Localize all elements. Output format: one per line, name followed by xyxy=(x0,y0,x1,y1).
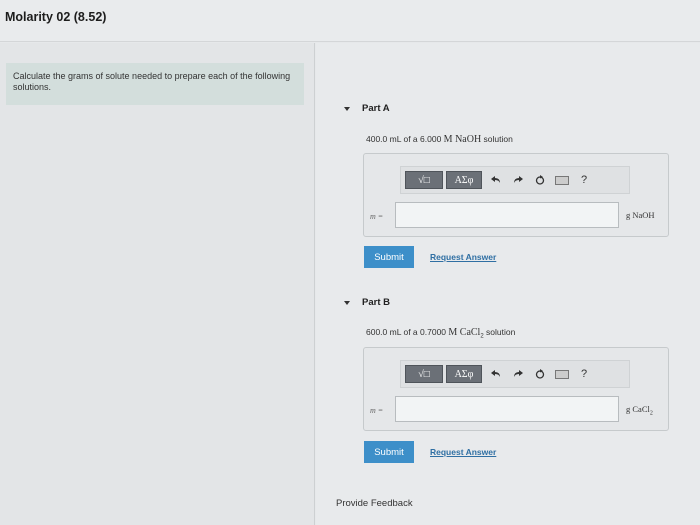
question-suffix: solution xyxy=(483,327,516,337)
variable-label: m = xyxy=(370,406,384,415)
unit-label: g NaOH xyxy=(626,210,655,220)
part-a-question: 400.0 mL of a 6.000 M NaOH solution xyxy=(366,134,513,145)
unit-text: g CaCl xyxy=(626,404,650,414)
question-formula: M NaOH xyxy=(443,134,482,145)
question-text: 600.0 mL of a 0.7000 xyxy=(366,327,449,337)
part-a-request-answer-link[interactable]: Request Answer xyxy=(430,252,496,262)
question-text: 400.0 mL of a 6.000 xyxy=(366,134,444,144)
part-a-submit-button[interactable]: Submit xyxy=(364,246,414,268)
provide-feedback-link[interactable]: Provide Feedback xyxy=(336,498,413,509)
page-title: Molarity 02 (8.52) xyxy=(5,10,107,24)
keyboard-icon[interactable] xyxy=(555,369,569,379)
math-toolbar: √□ ΑΣφ ? xyxy=(400,166,630,194)
keyboard-icon[interactable] xyxy=(555,175,569,185)
title-bar: Molarity 02 (8.52) xyxy=(0,0,700,42)
part-b-answer-input[interactable] xyxy=(395,396,619,422)
redo-icon[interactable] xyxy=(507,171,529,189)
variable-label: m = xyxy=(370,212,384,221)
instructions-text: Calculate the grams of solute needed to … xyxy=(6,63,304,105)
part-b-heading: Part B xyxy=(362,297,390,308)
part-a-heading: Part A xyxy=(362,103,390,114)
unit-label: g CaCl2 xyxy=(626,404,653,417)
question-formula: M CaCl xyxy=(448,327,481,338)
part-b-header[interactable]: Part B xyxy=(344,297,390,308)
template-button[interactable]: √□ xyxy=(405,365,443,383)
part-b-answer-box: √□ ΑΣφ ? m = g CaCl2 xyxy=(363,347,669,431)
part-a-answer-box: √□ ΑΣφ ? m = g NaOH xyxy=(363,153,669,237)
greek-symbols-button[interactable]: ΑΣφ xyxy=(446,365,482,383)
math-toolbar: √□ ΑΣφ ? xyxy=(400,360,630,388)
part-b-request-answer-link[interactable]: Request Answer xyxy=(430,447,496,457)
redo-icon[interactable] xyxy=(507,365,529,383)
part-b-question: 600.0 mL of a 0.7000 M CaCl2 solution xyxy=(366,327,515,340)
question-suffix: solution xyxy=(481,134,513,144)
instructions-panel: Calculate the grams of solute needed to … xyxy=(0,43,315,525)
undo-icon[interactable] xyxy=(485,171,507,189)
reset-icon[interactable] xyxy=(529,171,551,189)
greek-symbols-button[interactable]: ΑΣφ xyxy=(446,171,482,189)
undo-icon[interactable] xyxy=(485,365,507,383)
help-icon[interactable]: ? xyxy=(573,171,595,189)
help-icon[interactable]: ? xyxy=(573,365,595,383)
part-a-header[interactable]: Part A xyxy=(344,103,390,114)
part-a-answer-input[interactable] xyxy=(395,202,619,228)
unit-subscript: 2 xyxy=(649,410,653,417)
template-button[interactable]: √□ xyxy=(405,171,443,189)
reset-icon[interactable] xyxy=(529,365,551,383)
collapse-triangle-icon[interactable] xyxy=(344,106,350,111)
collapse-triangle-icon[interactable] xyxy=(344,300,350,305)
part-b-submit-button[interactable]: Submit xyxy=(364,441,414,463)
